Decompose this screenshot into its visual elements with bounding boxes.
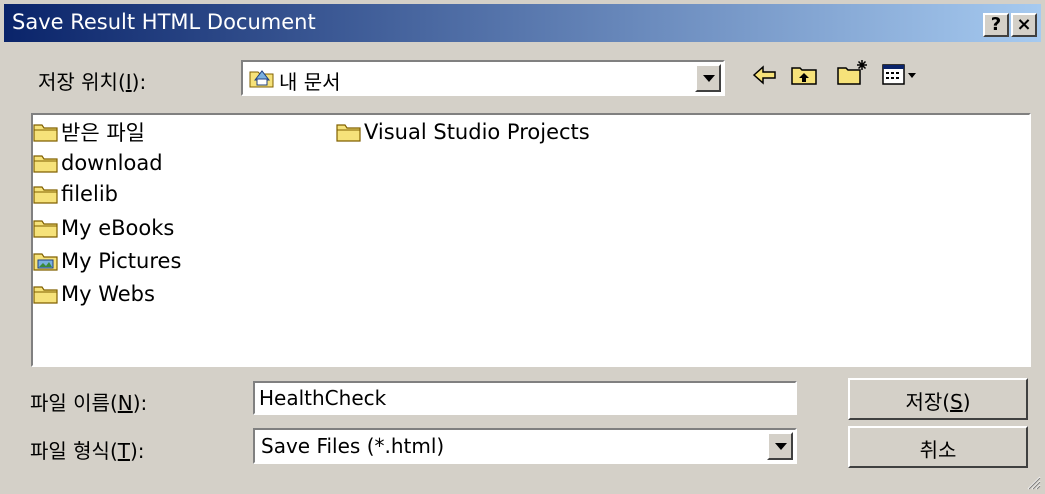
cancel-button[interactable]: 취소 bbox=[848, 426, 1028, 468]
new-folder-icon[interactable] bbox=[836, 58, 868, 86]
location-combo[interactable]: 내 문서 bbox=[241, 60, 725, 96]
list-item-label: download bbox=[61, 151, 163, 175]
filename-input[interactable]: HealthCheck bbox=[253, 381, 797, 415]
list-item[interactable]: download bbox=[33, 148, 163, 178]
list-item-label: My eBooks bbox=[61, 216, 175, 240]
location-label-suffix: ): bbox=[131, 70, 147, 94]
location-label: 저장 위치(I): bbox=[38, 66, 146, 95]
filetype-label-suffix: ): bbox=[129, 439, 145, 463]
my-documents-folder-icon bbox=[249, 70, 274, 88]
chevron-down-icon bbox=[703, 75, 715, 82]
save-label-prefix: 저장( bbox=[905, 390, 951, 414]
filename-value: HealthCheck bbox=[259, 386, 387, 410]
back-arrow-icon[interactable] bbox=[752, 64, 778, 86]
save-button[interactable]: 저장(S) bbox=[848, 378, 1028, 420]
filename-label-key: N bbox=[117, 391, 133, 415]
list-item-label: 받은 파일 bbox=[61, 121, 145, 145]
save-label-key: S bbox=[950, 390, 963, 414]
folder-icon bbox=[33, 155, 58, 173]
folder-icon bbox=[33, 186, 58, 204]
list-item[interactable]: Visual Studio Projects bbox=[336, 117, 590, 147]
chevron-down-icon bbox=[775, 443, 787, 450]
filetype-value: Save Files (*.html) bbox=[261, 434, 445, 458]
filetype-label: 파일 형식(T): bbox=[30, 435, 145, 464]
list-item-label: My Webs bbox=[61, 282, 155, 306]
folder-icon bbox=[33, 286, 58, 304]
list-item[interactable]: filelib bbox=[33, 179, 118, 209]
folder-icon bbox=[336, 124, 361, 142]
filetype-dropdown-button[interactable] bbox=[767, 432, 793, 460]
list-item[interactable]: 받은 파일 bbox=[33, 117, 145, 147]
save-dialog: Save Result HTML Document ? × 저장 위치(I): … bbox=[0, 0, 1045, 494]
title-bar[interactable]: Save Result HTML Document ? × bbox=[4, 4, 1041, 42]
view-menu-icon[interactable] bbox=[882, 64, 918, 86]
close-icon: × bbox=[1016, 14, 1032, 35]
filetype-select[interactable]: Save Files (*.html) bbox=[253, 428, 797, 464]
folder-icon bbox=[33, 220, 58, 238]
location-label-prefix: 저장 위치( bbox=[38, 70, 126, 94]
list-item-label: Visual Studio Projects bbox=[364, 120, 590, 144]
filename-label-suffix: ): bbox=[132, 391, 148, 415]
file-list[interactable]: 받은 파일 download filelib My eBooks My Pict… bbox=[31, 113, 1031, 367]
list-item[interactable]: My eBooks bbox=[33, 213, 174, 243]
window-title: Save Result HTML Document bbox=[12, 10, 316, 34]
help-icon: ? bbox=[990, 14, 1002, 35]
help-button[interactable]: ? bbox=[983, 13, 1009, 37]
up-one-level-icon[interactable] bbox=[790, 62, 818, 86]
filetype-label-key: T bbox=[117, 439, 130, 463]
cancel-button-label: 취소 bbox=[919, 438, 957, 462]
list-item-label: My Pictures bbox=[61, 249, 182, 273]
resize-grip-icon[interactable] bbox=[1025, 474, 1041, 490]
location-value: 내 문서 bbox=[279, 70, 341, 94]
picture-folder-icon bbox=[33, 253, 58, 271]
filename-label: 파일 이름(N): bbox=[30, 387, 147, 416]
list-item-label: filelib bbox=[61, 182, 118, 206]
list-item[interactable]: My Pictures bbox=[33, 246, 181, 276]
filetype-label-prefix: 파일 형식( bbox=[30, 439, 118, 463]
close-button[interactable]: × bbox=[1011, 13, 1037, 37]
location-dropdown-button[interactable] bbox=[695, 64, 721, 92]
filename-label-prefix: 파일 이름( bbox=[30, 391, 118, 415]
save-label-suffix: ) bbox=[962, 390, 971, 414]
save-button-label: 저장(S) bbox=[850, 386, 1026, 415]
folder-icon bbox=[33, 124, 58, 142]
list-item[interactable]: My Webs bbox=[33, 279, 155, 309]
